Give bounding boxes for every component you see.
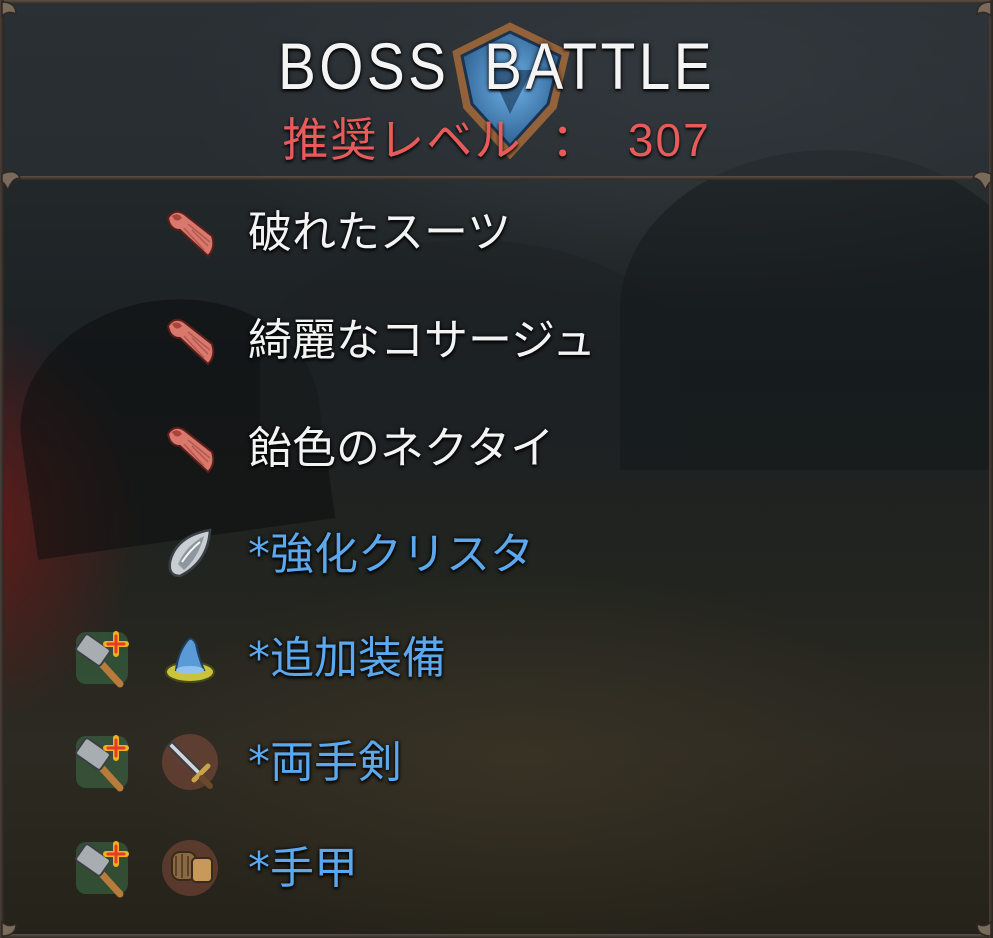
reward-item: *強化クリスタ [0, 522, 993, 602]
reward-item-label: 破れたスーツ [248, 207, 512, 258]
frame-top [0, 0, 993, 4]
reward-item: *両手剣 [0, 730, 993, 810]
frame-divider [0, 176, 993, 180]
gauntlet-icon [162, 840, 218, 896]
reward-item: *手甲 [0, 836, 993, 916]
boss-battle-title: BOSS BATTLE [277, 29, 716, 103]
reward-item: *追加装備 [0, 626, 993, 706]
upgrade-hammer-badge-icon [75, 631, 129, 688]
reward-item: 破れたスーツ [0, 200, 993, 280]
red-cloth-icon [166, 210, 215, 258]
frame-corner-ornament [976, 1, 992, 18]
boss-battle-screen: BOSS BATTLE 推奨レベル ： 307 破れたスーツ 綺麗なコサージュ … [0, 0, 993, 938]
reward-item-label: 綺麗なコサージュ [248, 315, 597, 366]
recommended-level-value: 307 [627, 114, 711, 166]
reward-item: 綺麗なコサージュ [0, 308, 993, 388]
reward-item-label: *強化クリスタ [248, 529, 534, 580]
reward-item-label: 飴色のネクタイ [248, 423, 555, 474]
recommended-level-label: 推奨レベル [282, 114, 523, 166]
frame-corner-ornament [1, 1, 17, 18]
sword-icon [162, 734, 218, 790]
wizard-hat-icon [165, 637, 215, 683]
upgrade-hammer-badge-icon [75, 735, 129, 792]
reward-item-label: *手甲 [248, 843, 358, 894]
red-cloth-icon [166, 426, 215, 474]
upgrade-hammer-badge-icon [75, 841, 129, 898]
crystal-icon [168, 528, 212, 578]
red-cloth-icon [166, 318, 215, 366]
reward-item: 飴色のネクタイ [0, 416, 993, 496]
reward-item-label: *追加装備 [248, 633, 446, 684]
recommended-level-separator: ： [551, 114, 600, 166]
reward-item-label: *両手剣 [248, 737, 402, 788]
recommended-level: 推奨レベル ： 307 [0, 104, 993, 170]
frame-bottom [0, 934, 993, 938]
